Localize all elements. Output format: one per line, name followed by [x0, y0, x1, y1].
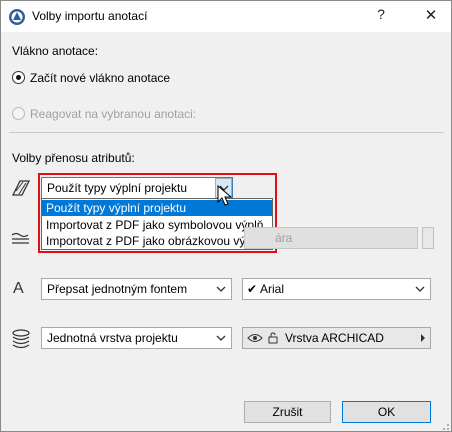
- chevron-right-icon: [421, 334, 425, 342]
- transfer-section-label: Volby přenosu atributů:: [12, 151, 135, 165]
- window-title: Volby importu anotací: [32, 9, 148, 23]
- red-highlight-box: [38, 173, 277, 253]
- line-type-side-button: [422, 227, 434, 249]
- close-button[interactable]: ✕: [421, 6, 441, 26]
- radio-reply-thread: [12, 107, 25, 120]
- radio-reply-thread-label: Reagovat na vybranou anotaci:: [30, 107, 197, 121]
- chevron-down-icon: [216, 335, 226, 341]
- line-type-icon: [11, 232, 29, 244]
- mouse-pointer-icon: [217, 185, 233, 206]
- font-mode-combo-value: Přepsat jednotným fontem: [47, 282, 188, 296]
- section-divider: [9, 132, 444, 133]
- eye-icon: [247, 334, 263, 342]
- line-type-value-text: ára: [275, 231, 293, 245]
- layer-name-value: Vrstva ARCHICAD: [285, 331, 384, 345]
- font-mode-combo[interactable]: Přepsat jednotným fontem: [41, 278, 232, 300]
- layer-mode-combo-value: Jednotná vrstva projektu: [47, 331, 178, 345]
- font-check-icon: ✔: [247, 282, 258, 296]
- ok-button[interactable]: OK: [342, 401, 431, 423]
- dialog-window: Volby importu anotací ? ✕ Vlákno anotace…: [0, 0, 452, 432]
- radio-new-thread-label[interactable]: Začít nové vlákno anotace: [30, 71, 170, 85]
- title-bar: Volby importu anotací ? ✕: [1, 1, 451, 32]
- font-name-combo[interactable]: ✔ Arial: [242, 278, 431, 300]
- resize-grip-icon[interactable]: [438, 419, 450, 431]
- lock-open-icon: [268, 332, 278, 344]
- chevron-down-icon: [415, 286, 425, 292]
- font-icon: A: [13, 280, 24, 297]
- fill-type-icon: [11, 180, 31, 196]
- chevron-down-icon: [216, 286, 226, 292]
- layer-icon: [12, 329, 30, 349]
- line-type-value-combo: ára: [244, 227, 418, 249]
- help-button[interactable]: ?: [371, 6, 391, 26]
- font-name-value: Arial: [260, 282, 285, 296]
- cancel-button[interactable]: Zrušit: [244, 401, 331, 423]
- archicad-app-icon: [9, 9, 25, 25]
- layer-name-combo[interactable]: Vrstva ARCHICAD: [242, 327, 431, 349]
- layer-mode-combo[interactable]: Jednotná vrstva projektu: [41, 327, 232, 349]
- thread-section-label: Vlákno anotace:: [12, 44, 99, 58]
- radio-new-thread[interactable]: [12, 71, 25, 84]
